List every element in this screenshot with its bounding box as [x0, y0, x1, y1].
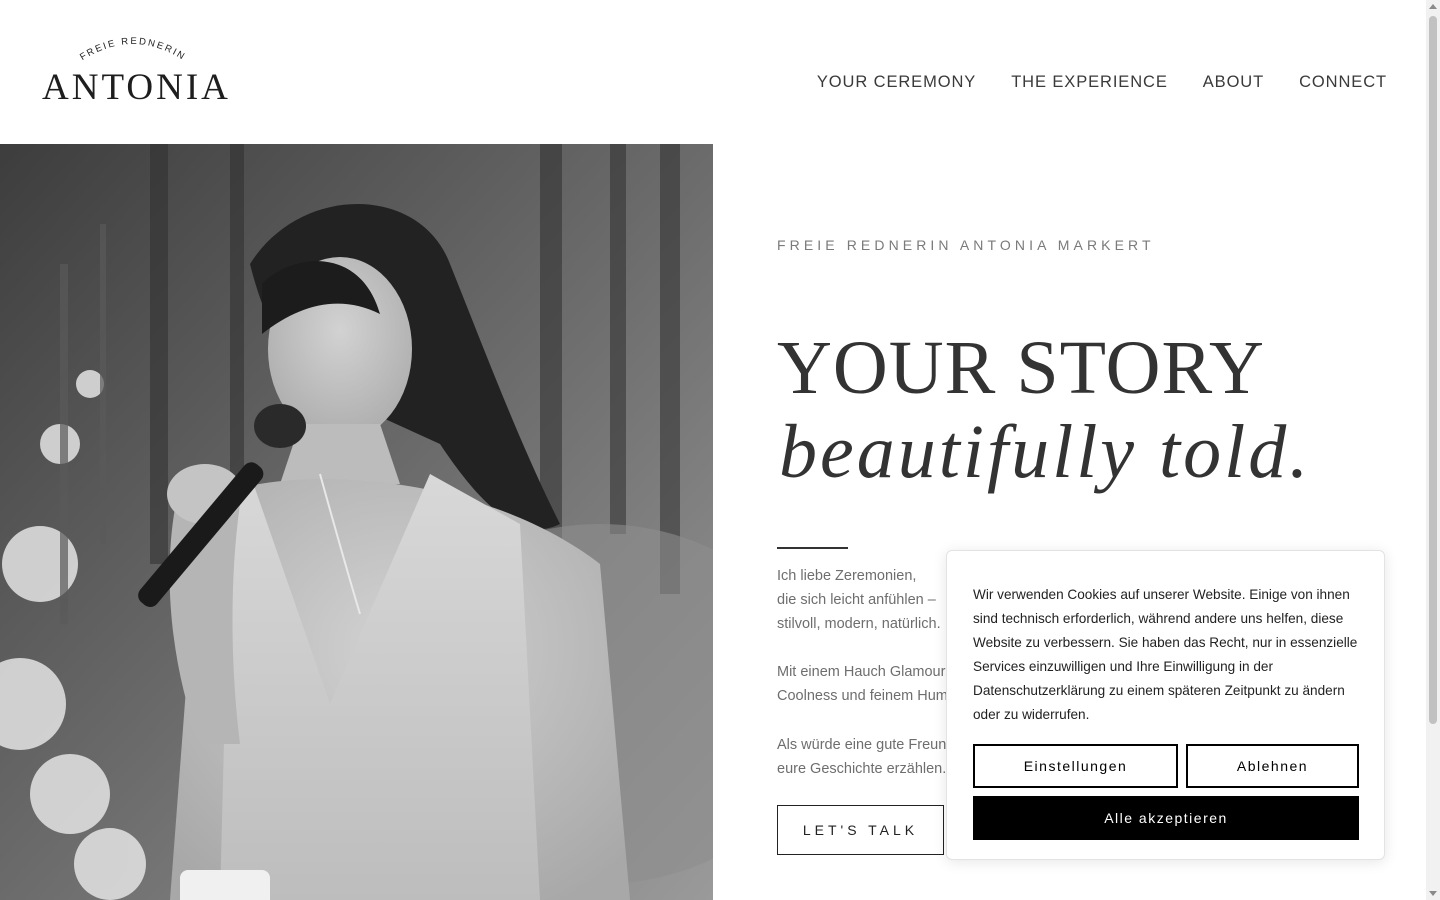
- logo-wordmark: ANTONIA: [42, 67, 231, 108]
- logo[interactable]: FREIE REDNERIN ANTONIA: [42, 30, 231, 110]
- hero-eyebrow: FREIE REDNERIN ANTONIA MARKERT: [777, 237, 1155, 253]
- lets-talk-button[interactable]: LET'S TALK: [777, 805, 944, 855]
- nav-about[interactable]: ABOUT: [1203, 72, 1264, 92]
- scroll-down-arrow-icon[interactable]: [1429, 891, 1437, 896]
- svg-text:FREIE REDNERIN: FREIE REDNERIN: [78, 36, 188, 63]
- logo-arc-text: FREIE REDNERIN: [78, 36, 186, 63]
- hero-headline: YOUR STORY: [777, 326, 1265, 410]
- cookie-settings-button[interactable]: Einstellungen: [973, 744, 1178, 788]
- nav-connect[interactable]: CONNECT: [1299, 72, 1387, 92]
- nav-your-ceremony[interactable]: YOUR CEREMONY: [817, 72, 976, 92]
- cookie-accept-all-button[interactable]: Alle akzeptieren: [973, 796, 1359, 840]
- hero-photo: [0, 144, 713, 900]
- cookie-decline-button[interactable]: Ablehnen: [1186, 744, 1359, 788]
- logo-arc: FREIE REDNERIN: [78, 36, 188, 63]
- scrollbar-thumb[interactable]: [1429, 16, 1437, 724]
- nav-the-experience[interactable]: THE EXPERIENCE: [1011, 72, 1168, 92]
- cookie-banner-text: Wir verwenden Cookies auf unserer Websit…: [973, 587, 1358, 722]
- main-nav: YOUR CEREMONY THE EXPERIENCE ABOUT CONNE…: [817, 72, 1387, 92]
- hero-headline-italic: beautifully told.: [779, 410, 1312, 494]
- page-scrollbar[interactable]: [1426, 0, 1440, 900]
- divider-rule: [777, 547, 848, 549]
- scroll-up-arrow-icon[interactable]: [1429, 4, 1437, 9]
- cookie-banner: Wir verwenden Cookies auf unserer Websit…: [946, 550, 1385, 860]
- site-header: FREIE REDNERIN ANTONIA YOUR CEREMONY THE…: [0, 0, 1426, 144]
